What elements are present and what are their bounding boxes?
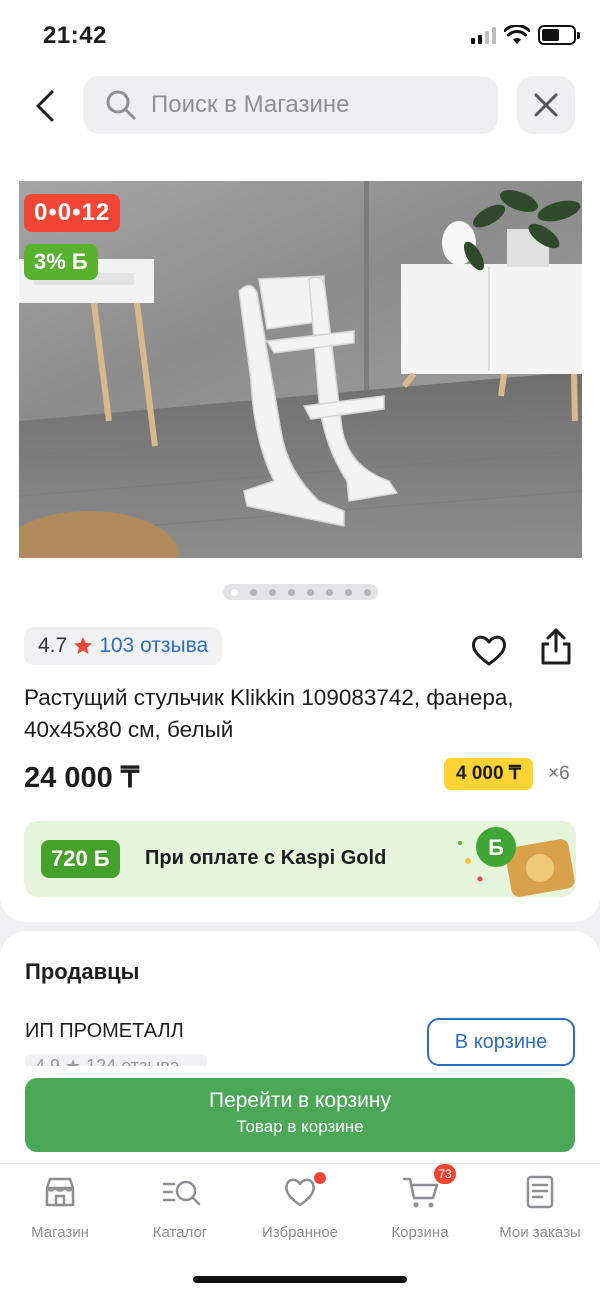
status-icons — [471, 25, 580, 45]
battery-icon — [538, 25, 580, 45]
gold-banner-text: При оплате с Kaspi Gold — [145, 847, 387, 869]
in-cart-status: Товар в корзине — [236, 1117, 364, 1136]
carousel-dot[interactable] — [306, 588, 314, 596]
favorites-notification-dot — [314, 1172, 326, 1184]
store-icon — [42, 1174, 78, 1210]
tab-favorites[interactable]: Избранное — [240, 1172, 360, 1241]
rating-pill[interactable]: 4.7 103 отзыва — [24, 627, 223, 665]
kaspi-gold-card-icon: Б — [458, 827, 575, 897]
close-icon — [534, 93, 558, 117]
tab-orders-label: Мои заказы — [499, 1224, 581, 1241]
tab-cart-label: Корзина — [391, 1224, 449, 1241]
chevron-left-icon — [36, 90, 54, 122]
seller-rating: 4.9 ★ 124 отзыва — [25, 1054, 207, 1066]
home-indicator — [193, 1276, 407, 1283]
installment-times: ×6 — [548, 763, 570, 784]
reviews-link[interactable]: 103 отзыва — [99, 634, 208, 658]
heart-icon — [471, 635, 507, 666]
sellers-title: Продавцы — [25, 959, 140, 984]
tab-favorites-label: Избранное — [261, 1224, 339, 1241]
carousel-dot[interactable] — [268, 588, 276, 596]
back-button[interactable] — [28, 86, 64, 126]
product-title: Растущий стульчик Klikkin 109083742, фан… — [24, 685, 514, 742]
product-price: 24 000 ₸ — [24, 762, 140, 794]
bonus-badge: 3% Б — [24, 244, 98, 280]
tab-orders[interactable]: Мои заказы — [480, 1174, 600, 1241]
tab-cart[interactable]: 73 Корзина — [360, 1164, 480, 1241]
kaspi-gold-banner[interactable]: 720 Б При оплате с Kaspi Gold Б — [24, 821, 576, 897]
seller-name[interactable]: ИП ПРОМЕТАЛЛ — [25, 1020, 184, 1043]
carousel-dot[interactable] — [249, 588, 257, 596]
tab-catalog-label: Каталог — [152, 1224, 208, 1241]
close-button[interactable] — [517, 76, 575, 134]
tab-store-label: Магазин — [31, 1224, 89, 1241]
tab-store[interactable]: Магазин — [0, 1174, 120, 1241]
search-icon — [106, 90, 136, 120]
share-button[interactable] — [536, 627, 576, 667]
wifi-icon — [504, 25, 530, 44]
in-cart-button[interactable]: В корзине — [427, 1018, 575, 1066]
rating-value: 4.7 — [38, 634, 68, 657]
signal-icon — [471, 26, 496, 44]
carousel-dot[interactable] — [287, 588, 295, 596]
installment-price-tag[interactable]: 4 000 ₸ — [444, 758, 533, 790]
carousel-dot[interactable] — [325, 588, 333, 596]
orders-icon — [522, 1174, 558, 1210]
carousel-dot[interactable] — [363, 588, 371, 596]
search-input[interactable]: Поиск в Магазине — [83, 76, 498, 134]
status-bar: 21:42 — [0, 0, 600, 70]
svg-text:Б: Б — [488, 835, 504, 860]
favorite-button[interactable] — [469, 631, 509, 669]
seller-rating-text: 4.9 ★ 124 отзыва — [25, 1054, 207, 1066]
tab-catalog[interactable]: Каталог — [120, 1174, 240, 1241]
search-placeholder: Поиск в Магазине — [151, 91, 350, 118]
catalog-search-icon — [162, 1174, 201, 1210]
heart-icon — [282, 1172, 326, 1210]
image-carousel-dots — [223, 584, 378, 600]
go-to-cart-button[interactable]: Перейти в корзину Товар в корзине — [25, 1078, 575, 1152]
product-image[interactable] — [19, 181, 582, 558]
installment-badge: 0•0•12 — [24, 194, 121, 232]
status-time: 21:42 — [43, 22, 107, 49]
search-row: Поиск в Магазине — [0, 76, 600, 136]
gold-bonus-badge: 720 Б — [41, 840, 120, 878]
carousel-dot[interactable] — [230, 588, 238, 596]
cart-count-badge: 73 — [434, 1164, 456, 1184]
share-icon — [541, 628, 571, 665]
carousel-dot[interactable] — [344, 588, 352, 596]
go-to-cart-label: Перейти в корзину — [208, 1089, 392, 1112]
product-photo — [19, 181, 582, 558]
cart-icon: 73 — [402, 1164, 456, 1210]
star-icon — [74, 637, 93, 654]
product-card: Поиск в Магазине 0•0•12 3% Б 4.7 103 отз… — [0, 70, 600, 922]
